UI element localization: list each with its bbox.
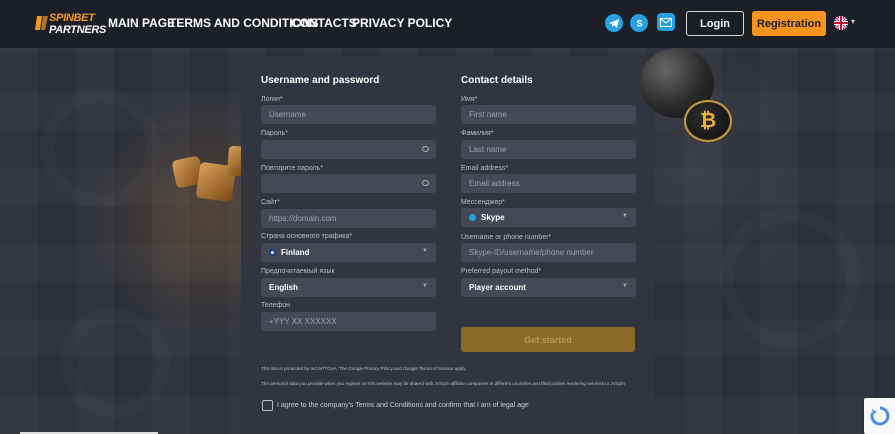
repeat-password-input[interactable] (261, 174, 436, 193)
email-label: Email address* (461, 165, 509, 172)
registration-button[interactable]: Registration (752, 11, 826, 36)
uk-flag-icon[interactable] (834, 16, 848, 30)
mail-icon[interactable] (657, 13, 675, 31)
background-ring (720, 208, 860, 348)
nav-privacy-policy[interactable]: PRIVACY POLICY (352, 16, 452, 30)
messenger-label: Мессенджер* (461, 199, 505, 206)
login-button[interactable]: Login (686, 11, 744, 36)
phone-label: Телефон (261, 302, 291, 309)
last-name-label: Фамилия* (461, 130, 494, 137)
background-ring (40, 88, 160, 208)
section-title-credentials: Username and password (261, 75, 380, 86)
language-select[interactable]: English ▼ (261, 278, 436, 297)
logo-text-partners: PARTNERS (49, 24, 107, 36)
bitcoin-coin-icon: ₿ (684, 100, 732, 142)
login-label: Логин* (261, 96, 283, 103)
nav-contacts[interactable]: CONTACTS (291, 16, 357, 30)
recaptcha-icon (870, 406, 890, 426)
username-phone-label: Username or phone number* (461, 234, 552, 241)
site-label: Сайт* (261, 199, 280, 206)
language-label: Предпочитаемый язык (261, 268, 335, 275)
skype-icon[interactable]: S (630, 14, 648, 32)
language-value: English (269, 283, 298, 292)
logo-mark-icon (35, 16, 48, 30)
messenger-value: Skype (481, 213, 505, 222)
password-input[interactable] (261, 140, 436, 159)
skype-icon (469, 214, 476, 221)
chevron-down-icon: ▼ (422, 248, 428, 254)
top-header: SPINBET PARTNERS MAIN PAGE TERMS AND CON… (0, 0, 895, 48)
recaptcha-badge[interactable] (864, 398, 895, 434)
finland-flag-icon (269, 249, 276, 256)
first-name-input[interactable] (461, 105, 636, 124)
nav-main-page[interactable]: MAIN PAGE (108, 16, 175, 30)
username-input[interactable] (261, 105, 436, 124)
telegram-icon[interactable] (605, 14, 623, 32)
payout-select[interactable]: Player account ▼ (461, 278, 636, 297)
background-ring (60, 308, 170, 418)
logo[interactable]: SPINBET PARTNERS (35, 10, 106, 38)
country-value: Finland (281, 248, 310, 257)
first-name-label: Имя* (461, 96, 478, 103)
agree-label: I agree to the company's Terms and Condi… (277, 402, 529, 409)
last-name-input[interactable] (461, 140, 636, 159)
chevron-down-icon: ▼ (422, 283, 428, 289)
payout-label: Preferred payout method* (461, 268, 542, 275)
section-title-contact: Contact details (461, 75, 533, 86)
messenger-username-input[interactable] (461, 243, 636, 262)
phone-input[interactable] (261, 312, 436, 331)
repeat-password-label: Повторите пароль* (261, 165, 324, 172)
eye-icon[interactable] (422, 146, 429, 152)
payout-value: Player account (469, 283, 526, 292)
password-label: Пароль* (261, 130, 289, 137)
recaptcha-note: This site is protected by reCAPTCHA. The… (261, 366, 467, 371)
eye-icon[interactable] (422, 180, 429, 186)
logo-text-spinbet: SPINBET (49, 12, 95, 24)
email-input[interactable] (461, 174, 636, 193)
agree-checkbox[interactable] (262, 400, 273, 411)
chevron-down-icon[interactable]: ▾ (851, 17, 855, 26)
chevron-down-icon: ▼ (622, 283, 628, 289)
get-started-button[interactable]: Get started (461, 327, 635, 352)
chevron-down-icon: ▼ (622, 213, 628, 219)
country-select[interactable]: Finland ▼ (261, 243, 436, 262)
registration-form: Username and password Логин* Пароль* Пов… (241, 56, 654, 434)
svg-text:S: S (637, 19, 643, 29)
personal-data-note: The personal data you provide when you r… (261, 381, 625, 386)
messenger-select[interactable]: Skype ▼ (461, 208, 636, 227)
site-input[interactable] (261, 209, 436, 228)
country-label: Страна основного трафика* (261, 233, 353, 240)
